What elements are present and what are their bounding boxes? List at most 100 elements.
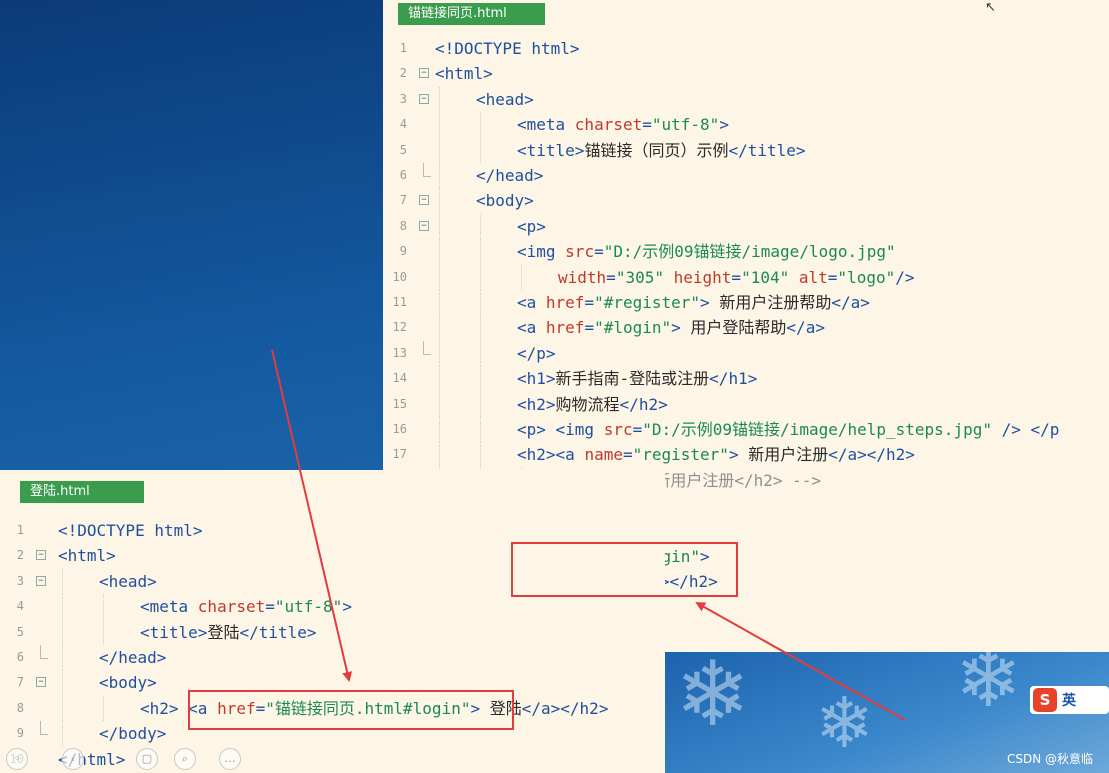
indent-guide [439, 188, 440, 214]
code-token: "utf-8" [651, 115, 720, 135]
code-text: <p> <img src="D:/示例09锚链接/image/help_step… [517, 417, 1059, 442]
back-icon[interactable]: ‹ [62, 748, 84, 770]
file-tab-anchor-same-page[interactable]: 锚链接同页.html [398, 3, 545, 25]
code-line[interactable]: 13 </p> [383, 340, 1109, 366]
code-line[interactable]: 8 − <p> [383, 213, 1109, 239]
indent-guide [480, 264, 481, 290]
code-line[interactable]: 2 − <html> [383, 61, 1109, 86]
code-line[interactable]: 10 width="305" height="104" alt="logo"/> [383, 264, 1109, 290]
code-token: <head> [99, 571, 157, 591]
line-number: 2 [16, 548, 24, 563]
code-token: 登陆 [207, 622, 240, 642]
code-token: <p> [517, 216, 546, 236]
code-token: <html> [435, 64, 493, 84]
code-line[interactable]: 1 <!DOCTYPE html> [0, 518, 665, 543]
line-number: 5 [16, 624, 24, 639]
indent-guide [480, 366, 481, 392]
code-line[interactable]: 9 <img src="D:/示例09锚链接/image/logo.jpg" [383, 239, 1109, 265]
zoom-icon[interactable]: ⌕ [174, 748, 196, 770]
line-number: 9 [399, 244, 407, 259]
code-text: <h2>购物流程</h2> [517, 392, 668, 417]
indent-guide [62, 695, 63, 721]
volume-icon[interactable]: ◦ [6, 748, 28, 770]
indent-guide [439, 391, 440, 417]
code-text: <a href="#register"> 新用户注册帮助</a> [517, 290, 870, 315]
fold-toggle-icon[interactable]: − [36, 550, 46, 561]
line-number: 6 [399, 168, 407, 182]
code-line[interactable]: 10</html> [0, 747, 665, 772]
code-token: charset [574, 115, 643, 135]
line-number: 8 [399, 218, 407, 233]
code-token: = [827, 267, 838, 287]
code-token: <h1> [517, 369, 556, 389]
indent-guide [439, 213, 440, 239]
input-method-indicator[interactable]: S 英 [1030, 686, 1109, 714]
code-token: </a></h2> [521, 698, 609, 718]
login-anchor-highlight [511, 542, 738, 597]
line-number: 16 [392, 422, 407, 436]
fold-toggle-icon[interactable]: − [419, 93, 429, 104]
indent-guide [439, 315, 440, 341]
code-token: = [731, 267, 742, 287]
copy-icon[interactable]: ▢ [136, 748, 158, 770]
fold-toggle-icon[interactable]: − [419, 220, 429, 231]
code-token: <meta [517, 115, 575, 135]
code-token: > [728, 445, 739, 465]
indent-guide [480, 442, 481, 468]
code-line[interactable]: 7 − <body> [383, 188, 1109, 214]
code-text: <body> [476, 188, 534, 213]
code-line[interactable]: 4 <meta charset="utf-8"> [383, 112, 1109, 138]
code-token: <html> [58, 546, 116, 566]
code-token: <p> <img [517, 420, 604, 439]
line-number: 14 [392, 371, 407, 386]
code-text: <h2><a name="register"> 新用户注册</a></h2> [517, 442, 915, 467]
code-line[interactable]: 3 − <head> [383, 86, 1109, 112]
more-icon[interactable]: … [219, 748, 241, 770]
code-line[interactable]: 6 </head> [0, 645, 665, 670]
code-line[interactable]: 12 <a href="#login"> 用户登陆帮助</a> [383, 315, 1109, 341]
line-number: 3 [16, 573, 24, 588]
code-text: </p> [517, 341, 556, 366]
code-token: <meta [140, 597, 198, 617]
code-token: 购物流程 [555, 394, 620, 414]
code-token: /> [895, 267, 915, 287]
code-line[interactable]: 4 <meta charset="utf-8"> [0, 594, 665, 620]
code-line[interactable]: 17 <h2><a name="register"> 新用户注册</a></h2> [383, 442, 1109, 468]
code-token: = [265, 597, 275, 617]
code-token: <img [517, 242, 566, 262]
fold-toggle-icon[interactable]: − [419, 68, 429, 79]
code-token: > [719, 115, 729, 135]
indent-guide [480, 137, 481, 163]
code-text: <!DOCTYPE html> [435, 36, 580, 61]
indent-guide [439, 137, 440, 163]
fold-toggle-icon[interactable]: − [36, 575, 46, 586]
indent-guide [439, 239, 440, 265]
code-line[interactable]: 15 <h2>购物流程</h2> [383, 391, 1109, 417]
code-token: </h2> [619, 394, 668, 414]
code-line[interactable]: 5 <title>锚链接（同页）示例</title> [383, 137, 1109, 163]
code-token: = [594, 242, 604, 262]
code-token: href [545, 318, 585, 338]
indent-guide [439, 112, 440, 138]
code-line[interactable]: 11 <a href="#register"> 新用户注册帮助</a> [383, 290, 1109, 315]
code-token: /> </p [991, 420, 1060, 439]
indent-guide [439, 290, 440, 315]
code-text: <title>登陆</title> [140, 620, 317, 645]
code-token: = [584, 318, 595, 338]
line-number: 1 [16, 523, 24, 537]
code-line[interactable]: 5 <title>登陆</title> [0, 619, 665, 645]
code-text: <body> [99, 670, 157, 695]
indent-guide [480, 340, 481, 366]
fold-toggle-icon[interactable]: − [419, 195, 429, 206]
code-token: alt [798, 267, 828, 287]
code-line[interactable]: 14 <h1>新手指南-登陆或注册</h1> [383, 366, 1109, 392]
code-line[interactable]: 16 <p> <img src="D:/示例09锚链接/image/help_st… [383, 417, 1109, 442]
code-line[interactable]: 1 <!DOCTYPE html> [383, 36, 1109, 61]
file-tab-login[interactable]: 登陆.html [20, 481, 144, 503]
code-token: 新用户注册 [738, 445, 829, 465]
fold-toggle-icon[interactable]: − [36, 677, 46, 688]
code-line[interactable]: 6 </head> [383, 163, 1109, 188]
code-token: "#login" [594, 318, 672, 338]
code-text: <meta charset="utf-8"> [140, 594, 352, 619]
